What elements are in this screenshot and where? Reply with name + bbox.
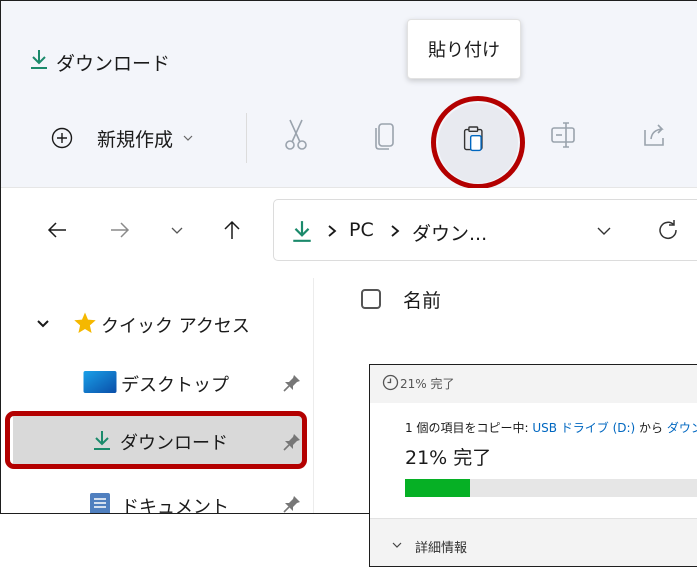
select-all-checkbox[interactable] (361, 289, 381, 309)
new-button[interactable]: 新規作成 (51, 123, 193, 153)
source-link[interactable]: USB ドライブ (D:) (532, 421, 635, 435)
copy-description-mid: から (635, 421, 667, 435)
quick-access-label[interactable]: クイック アクセス (101, 312, 250, 338)
copy-icon[interactable] (371, 118, 401, 152)
documents-folder-icon (90, 493, 110, 513)
copy-description: 1 個の項目をコピー中: USB ドライブ (D:) から ダウン (405, 419, 697, 436)
downloads-highlight-rect (5, 411, 307, 469)
breadcrumb-chevron-icon[interactable] (327, 224, 337, 238)
breadcrumb-pc[interactable]: PC (349, 219, 374, 241)
progress-bar-fill (405, 479, 471, 497)
breadcrumb-chevron-icon[interactable] (390, 224, 400, 238)
recent-locations-chevron-icon[interactable] (166, 219, 188, 241)
chevron-down-icon (183, 135, 193, 141)
dialog-title-bar: 21% 完了 (370, 365, 697, 403)
toolbar-separator (246, 113, 247, 163)
new-button-label: 新規作成 (97, 128, 174, 151)
progress-percent-text: 21% 完了 (405, 447, 492, 469)
up-arrow-icon[interactable] (221, 219, 243, 241)
breadcrumb-downloads[interactable]: ダウン... (412, 219, 487, 246)
copy-progress-dialog: 21% 完了 1 個の項目をコピー中: USB ドライブ (D:) から ダウン… (369, 364, 697, 567)
paste-tooltip: 貼り付け (407, 19, 521, 79)
nav-item-label: ドキュメント (121, 497, 229, 514)
clock-icon (382, 374, 399, 391)
nav-item-documents[interactable]: ドキュメント (81, 489, 311, 514)
pin-icon[interactable] (282, 494, 302, 514)
address-history-chevron-icon[interactable] (593, 220, 615, 242)
chevron-down-icon[interactable] (392, 541, 402, 549)
rename-icon[interactable] (549, 118, 579, 152)
pin-icon[interactable] (282, 373, 302, 393)
forward-arrow-icon[interactable] (109, 219, 131, 241)
destination-link[interactable]: ダウン (667, 421, 697, 435)
download-arrow-icon (31, 50, 47, 69)
nav-item-label: デスクトップ (121, 375, 229, 396)
download-arrow-icon (293, 221, 311, 242)
column-header-name[interactable]: 名前 (403, 286, 441, 313)
copy-description-prefix: 1 個の項目をコピー中: (405, 421, 533, 435)
back-arrow-icon[interactable] (46, 219, 68, 241)
chevron-down-icon[interactable] (36, 319, 50, 329)
cut-icon[interactable] (281, 118, 311, 152)
desktop-folder-icon (83, 371, 117, 393)
dialog-title: 21% 完了 (400, 377, 455, 391)
nav-item-desktop[interactable]: デスクトップ (81, 365, 311, 401)
paste-highlight-circle (431, 96, 525, 189)
share-icon[interactable] (639, 118, 669, 152)
details-label: 詳細情報 (415, 541, 468, 556)
progress-bar (405, 479, 697, 497)
refresh-icon[interactable] (657, 218, 679, 240)
window-title: ダウンロード (56, 53, 171, 75)
plus-circle-icon (51, 127, 73, 149)
star-icon (74, 312, 96, 333)
